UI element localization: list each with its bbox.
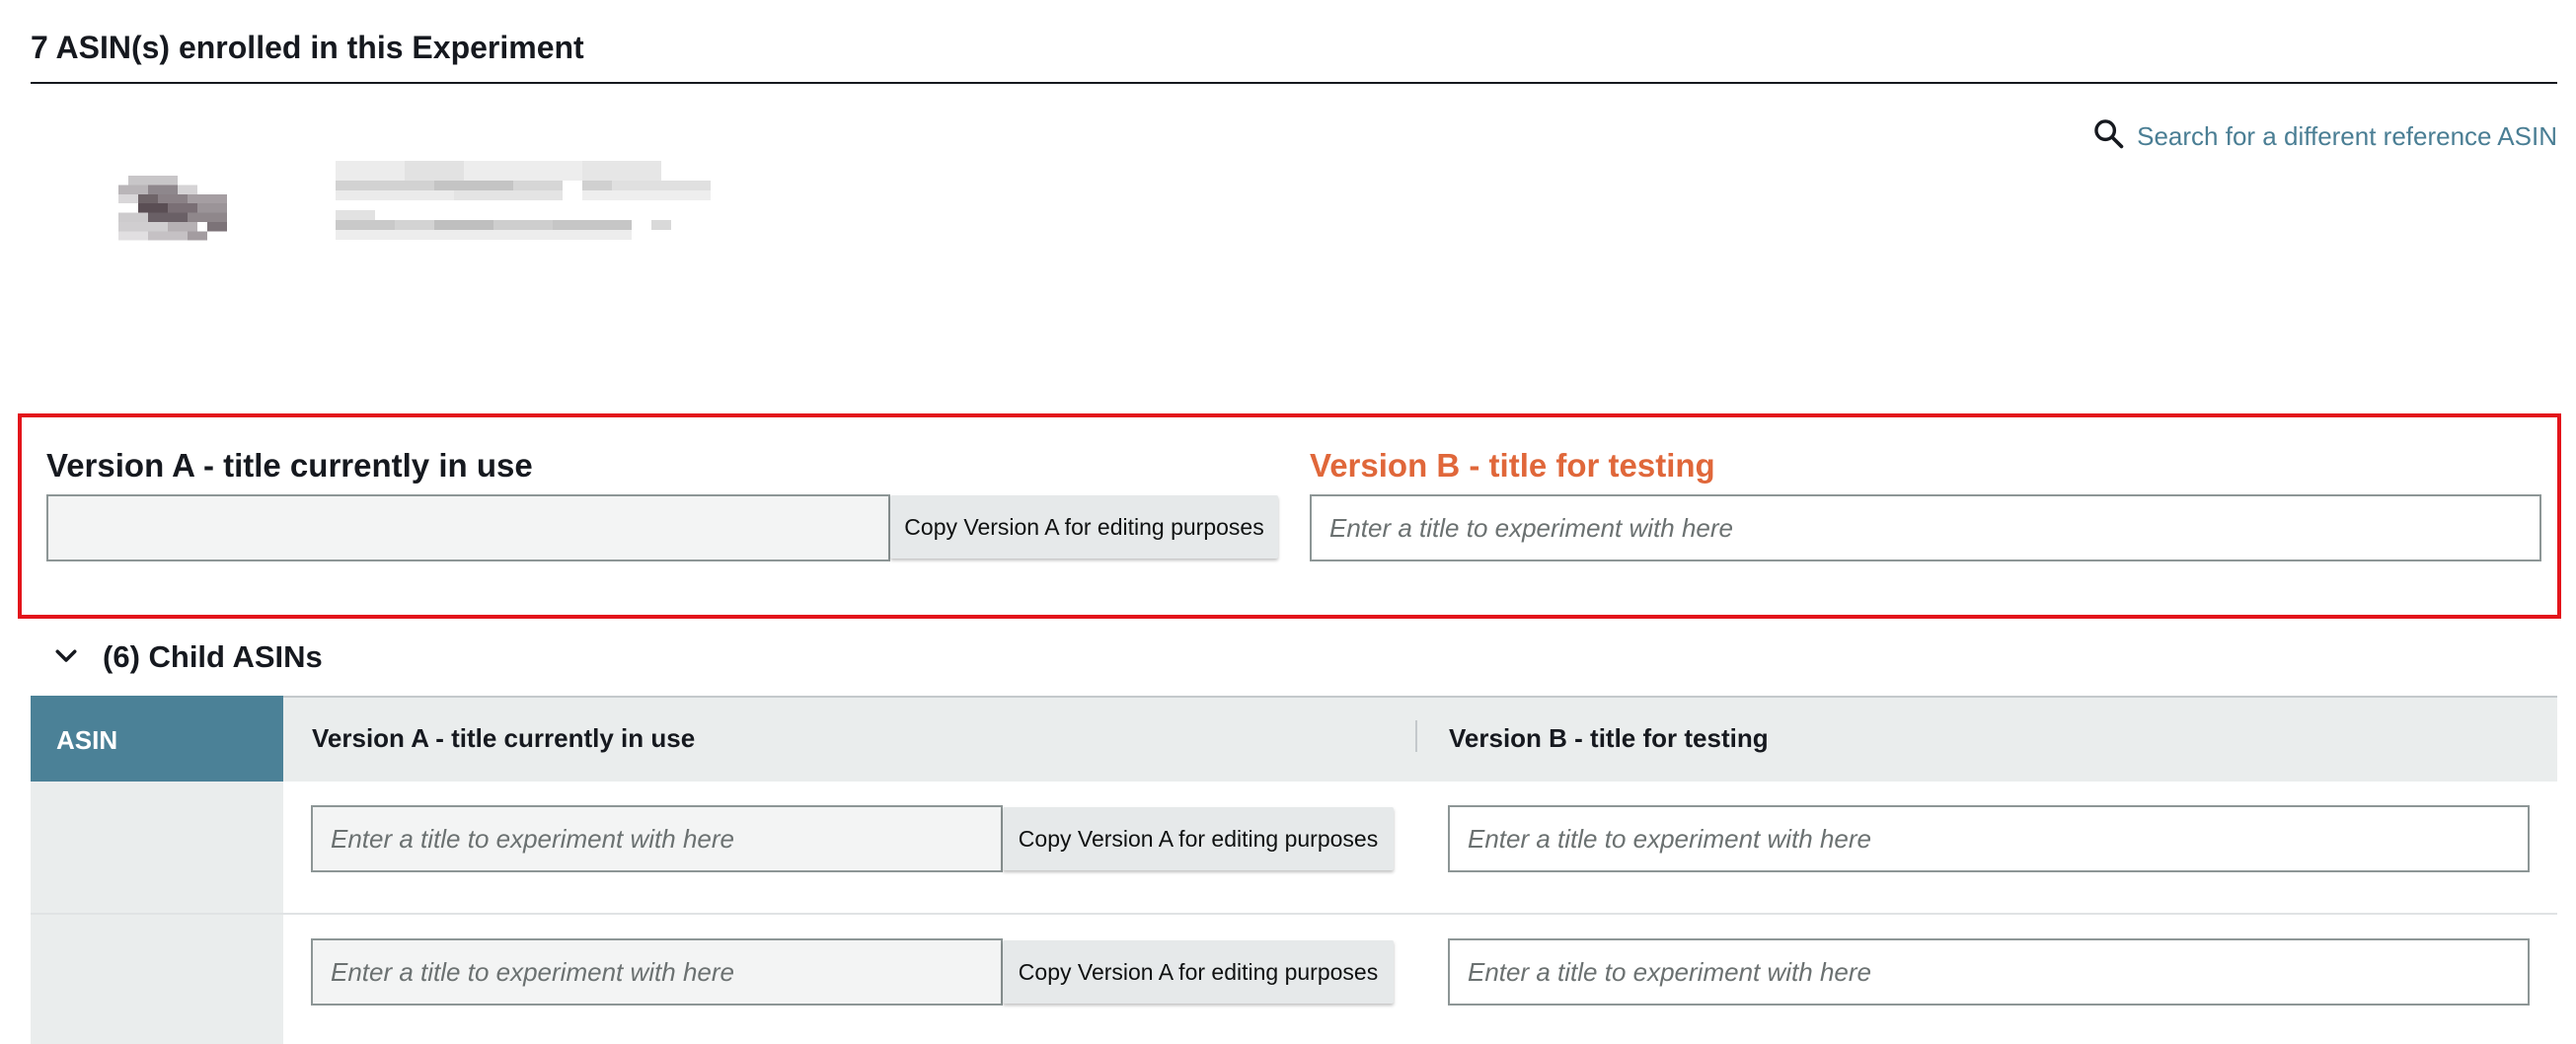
version-b-label: Version B - title for testing bbox=[1310, 447, 1715, 484]
row-divider bbox=[31, 913, 2557, 915]
child-row-1-version-b-input[interactable] bbox=[1448, 805, 2530, 872]
child-row-2-version-a-input[interactable] bbox=[311, 938, 1003, 1006]
child-asins-toggle[interactable]: (6) Child ASINs bbox=[51, 639, 323, 675]
column-divider bbox=[1415, 720, 1417, 752]
chevron-down-icon bbox=[51, 640, 81, 675]
header-divider bbox=[31, 82, 2557, 84]
child-row-2-version-b-input[interactable] bbox=[1448, 938, 2530, 1006]
copy-version-a-button[interactable]: Copy Version A for editing purposes bbox=[890, 495, 1278, 559]
search-reference-asin-link[interactable]: Search for a different reference ASIN bbox=[2091, 116, 2557, 157]
redacted-product-info bbox=[336, 161, 711, 240]
column-header-version-b: Version B - title for testing bbox=[1449, 723, 1769, 753]
product-thumbnail bbox=[118, 176, 227, 241]
child-row-1-copy-button[interactable]: Copy Version A for editing purposes bbox=[1003, 807, 1394, 870]
version-b-title-input[interactable] bbox=[1310, 494, 2541, 561]
column-header-version-a: Version A - title currently in use bbox=[312, 723, 696, 753]
page-title: 7 ASIN(s) enrolled in this Experiment bbox=[31, 30, 584, 65]
version-a-title-field[interactable] bbox=[46, 494, 890, 561]
child-row-2-copy-button[interactable]: Copy Version A for editing purposes bbox=[1003, 940, 1394, 1004]
child-asins-label: (6) Child ASINs bbox=[103, 639, 323, 674]
search-link-label: Search for a different reference ASIN bbox=[2137, 121, 2557, 151]
column-header-asin: ASIN bbox=[31, 696, 283, 782]
child-row-1-version-a-input[interactable] bbox=[311, 805, 1003, 872]
search-icon bbox=[2091, 116, 2125, 157]
version-a-label: Version A - title currently in use bbox=[46, 447, 533, 484]
